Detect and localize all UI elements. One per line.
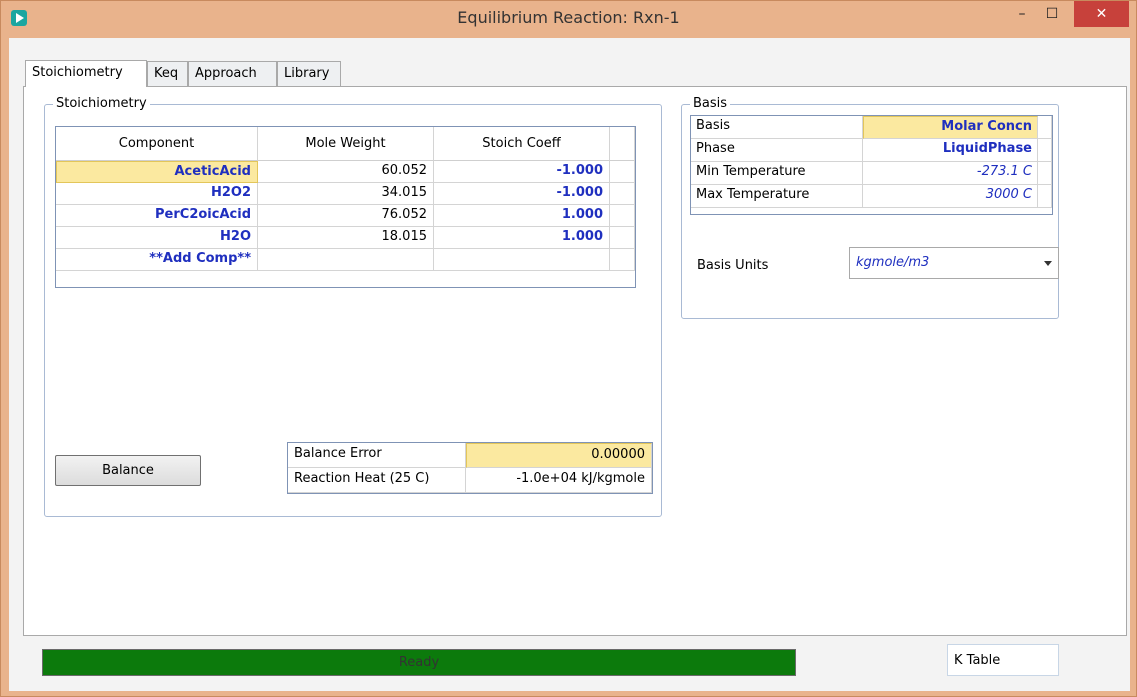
tab-page-stoichiometry: Stoichiometry Component Mole Weight Stoi… [23, 86, 1127, 636]
stoich-coeff-cell[interactable] [434, 249, 610, 271]
balance-error-value: 0.00000 [466, 443, 652, 468]
balance-results-grid: Balance Error 0.00000 Reaction Heat (25 … [287, 442, 653, 494]
basis-label: Basis [691, 116, 863, 139]
phase-label: Phase [691, 139, 863, 162]
column-header-stoich-coeff[interactable]: Stoich Coeff [434, 127, 610, 161]
stoich-coeff-cell[interactable]: -1.000 [434, 161, 610, 183]
component-cell[interactable]: H2O2 [56, 183, 258, 205]
mole-weight-cell: 60.052 [258, 161, 434, 183]
k-table-field[interactable]: K Table [947, 644, 1059, 676]
balance-button[interactable]: Balance [55, 455, 201, 486]
tab-keq[interactable]: Keq [147, 61, 188, 86]
chevron-down-icon[interactable] [1044, 261, 1052, 266]
blank-cell [610, 161, 635, 183]
title-bar[interactable]: Equilibrium Reaction: Rxn-1 – ☐ ✕ [1, 1, 1136, 37]
basis-units-dropdown[interactable]: kgmole/m3 [849, 247, 1059, 279]
column-header-mole-weight[interactable]: Mole Weight [258, 127, 434, 161]
stoichiometry-group-label: Stoichiometry [53, 96, 150, 111]
mole-weight-cell: 34.015 [258, 183, 434, 205]
stoich-coeff-cell[interactable]: -1.000 [434, 183, 610, 205]
stoichiometry-grid: Component Mole Weight Stoich Coeff Aceti… [55, 126, 636, 288]
component-cell[interactable]: H2O [56, 227, 258, 249]
basis-group-label: Basis [690, 96, 731, 111]
component-cell[interactable]: PerC2oicAcid [56, 205, 258, 227]
basis-units-label: Basis Units [697, 258, 769, 273]
reaction-heat-value: -1.0e+04 kJ/kgmole [466, 468, 652, 493]
blank-cell [610, 205, 635, 227]
mole-weight-cell: 18.015 [258, 227, 434, 249]
add-component-cell[interactable]: **Add Comp** [56, 249, 258, 271]
basis-group: Basis Basis Molar Concn Phase LiquidPhas… [681, 96, 1059, 319]
client-area: Stoichiometry Keq Approach Library Stoic… [9, 38, 1130, 691]
blank-cell [1038, 139, 1052, 162]
stoich-coeff-cell[interactable]: 1.000 [434, 205, 610, 227]
min-temperature-value[interactable]: -273.1 C [863, 162, 1038, 185]
phase-value[interactable]: LiquidPhase [863, 139, 1038, 162]
tab-approach[interactable]: Approach [188, 61, 277, 86]
tab-stoichiometry[interactable]: Stoichiometry [25, 60, 147, 87]
status-text: Ready [398, 655, 440, 670]
window-title: Equilibrium Reaction: Rxn-1 [457, 8, 680, 27]
min-temperature-label: Min Temperature [691, 162, 863, 185]
blank-cell [1038, 162, 1052, 185]
column-header-blank [610, 127, 635, 161]
status-progress-bar: Ready [42, 649, 796, 676]
blank-cell [610, 249, 635, 271]
basis-grid: Basis Molar Concn Phase LiquidPhase Min … [690, 115, 1053, 215]
window: Equilibrium Reaction: Rxn-1 – ☐ ✕ Stoich… [0, 0, 1137, 697]
basis-units-value: kgmole/m3 [856, 255, 930, 270]
blank-cell [1038, 185, 1052, 208]
blank-cell [610, 183, 635, 205]
component-cell[interactable]: AceticAcid [56, 161, 258, 183]
balance-error-label: Balance Error [288, 443, 466, 468]
stoichiometry-group: Stoichiometry Component Mole Weight Stoi… [44, 96, 662, 517]
reaction-heat-label: Reaction Heat (25 C) [288, 468, 466, 493]
stoich-coeff-cell[interactable]: 1.000 [434, 227, 610, 249]
blank-cell [610, 227, 635, 249]
max-temperature-label: Max Temperature [691, 185, 863, 208]
basis-value[interactable]: Molar Concn [863, 116, 1038, 139]
blank-cell [1038, 116, 1052, 139]
maximize-button[interactable]: ☐ [1037, 1, 1067, 27]
tab-library[interactable]: Library [277, 61, 341, 86]
close-button[interactable]: ✕ [1074, 1, 1129, 27]
column-header-component[interactable]: Component [56, 127, 258, 161]
max-temperature-value[interactable]: 3000 C [863, 185, 1038, 208]
mole-weight-cell: 76.052 [258, 205, 434, 227]
minimize-button[interactable]: – [1007, 1, 1037, 27]
mole-weight-cell [258, 249, 434, 271]
